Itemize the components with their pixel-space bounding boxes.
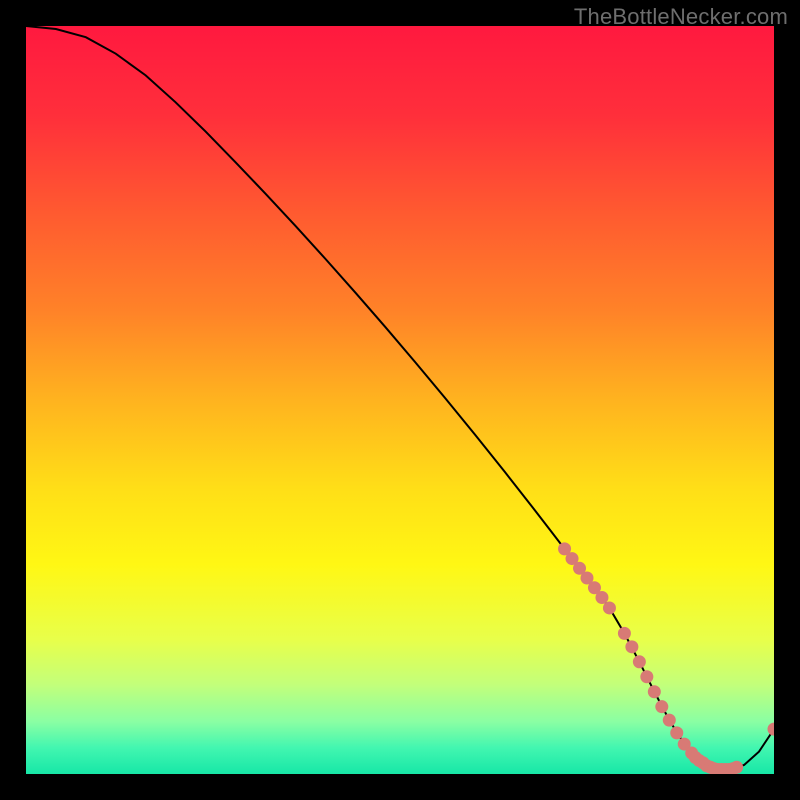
highlight-point <box>670 726 683 739</box>
highlight-point <box>603 601 616 614</box>
highlight-point <box>640 670 653 683</box>
chart-stage: TheBottleNecker.com <box>0 0 800 800</box>
highlight-point <box>648 685 661 698</box>
highlight-point <box>618 627 631 640</box>
highlight-point <box>655 700 668 713</box>
watermark-text: TheBottleNecker.com <box>574 4 788 30</box>
highlight-point <box>633 655 646 668</box>
highlight-point <box>663 714 676 727</box>
chart-svg <box>26 26 774 774</box>
gradient-background <box>26 26 774 774</box>
highlight-point <box>625 640 638 653</box>
highlight-point <box>595 591 608 604</box>
highlight-point <box>730 761 743 774</box>
plot-area <box>26 26 774 774</box>
